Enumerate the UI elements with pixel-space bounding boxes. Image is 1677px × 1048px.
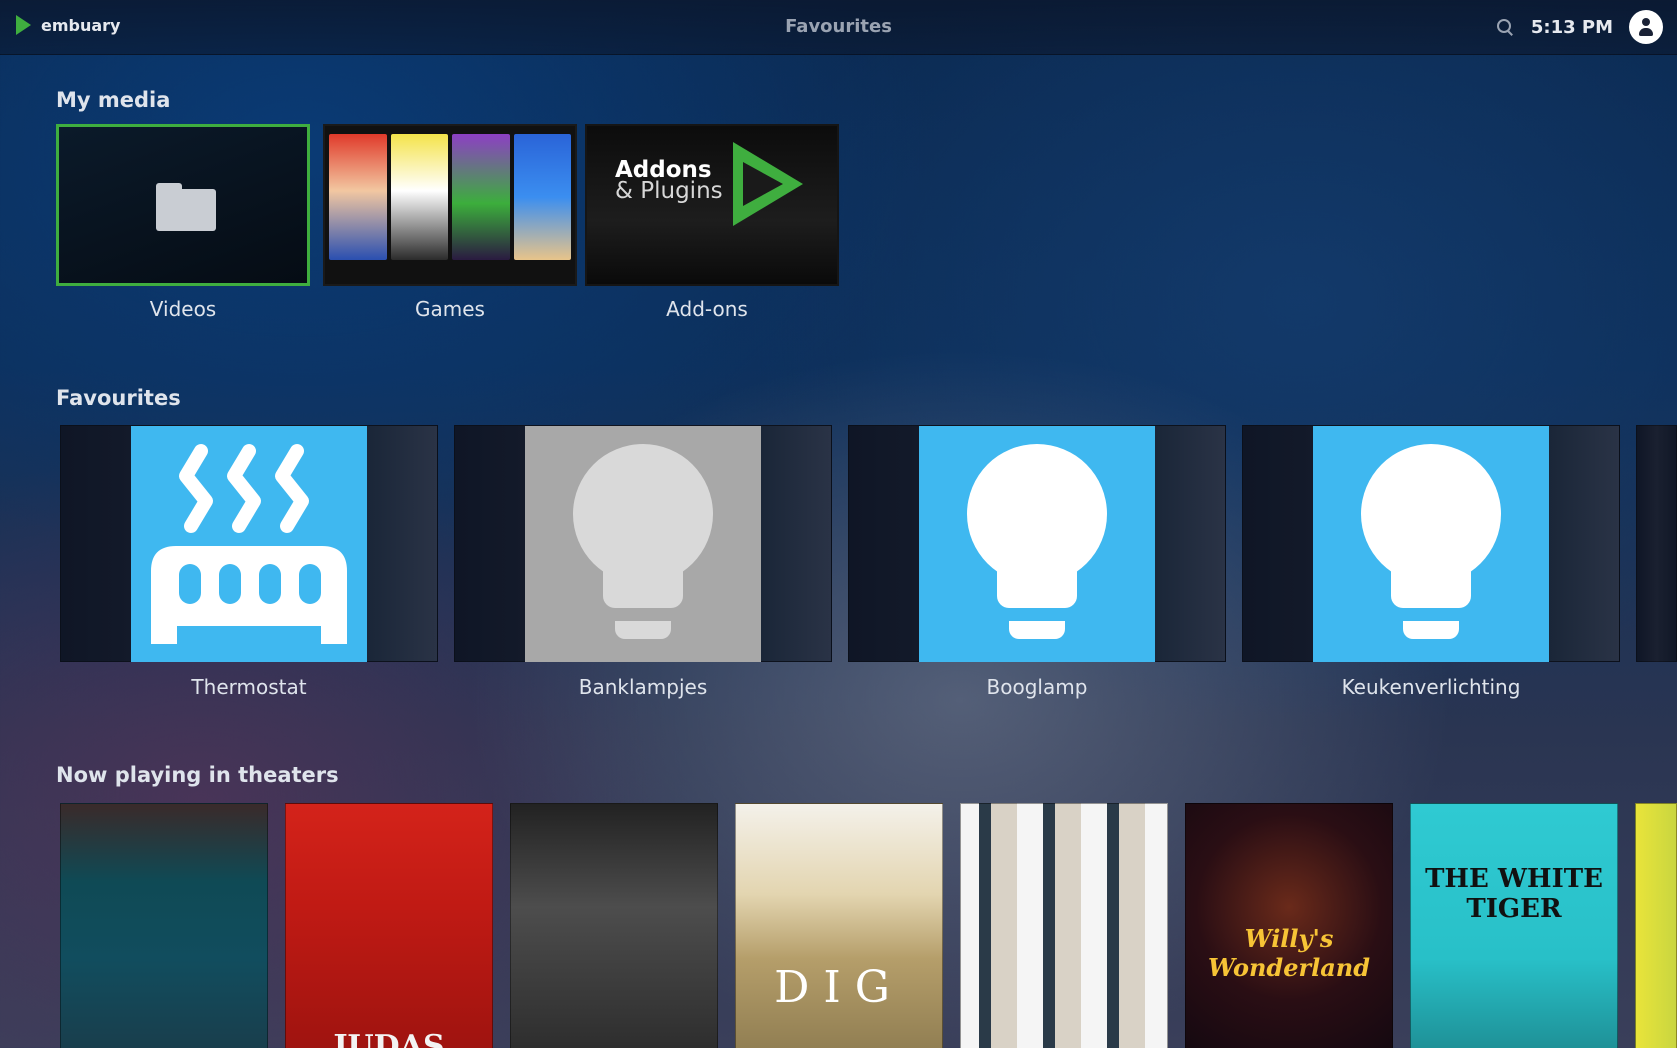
bulb-icon (1313, 426, 1549, 662)
bulb-icon (525, 426, 761, 662)
movie-poster[interactable] (510, 803, 718, 1048)
movie-poster[interactable]: Willy's Wonderland (1185, 803, 1393, 1048)
media-label-games: Games (415, 297, 485, 321)
movie-poster-title: Willy's Wonderland (1207, 924, 1371, 982)
movie-poster-title: THE WHITE TIGER (1425, 864, 1603, 924)
media-tile-games[interactable] (323, 124, 577, 286)
game-art-mario (329, 134, 387, 260)
page-title: Favourites (785, 16, 892, 37)
game-art-bomberman (390, 134, 448, 260)
bulb-icon (919, 426, 1155, 662)
top-bar: embuary Favourites 5:13 PM (0, 0, 1677, 55)
addons-tile-text: Addons & Plugins (615, 159, 723, 204)
media-tile-addons[interactable]: Addons & Plugins (585, 124, 839, 286)
media-tile-videos[interactable] (56, 124, 310, 286)
movie-poster[interactable] (60, 803, 268, 1048)
search-icon[interactable] (1495, 17, 1515, 37)
favourite-label-banklampjes: Banklampjes (578, 675, 708, 699)
folder-icon (156, 183, 216, 231)
section-title-favourites: Favourites (56, 386, 181, 410)
movie-poster-title: JUDAS (333, 1029, 445, 1048)
favourite-label-thermostat: Thermostat (191, 675, 307, 699)
favourite-label-booglamp: Booglamp (986, 675, 1088, 699)
movie-poster[interactable]: DIG (735, 803, 943, 1048)
movie-poster-title: DIG (774, 962, 904, 1013)
section-title-theaters: Now playing in theaters (56, 763, 339, 787)
movie-poster[interactable] (960, 803, 1168, 1048)
favourite-banklampjes[interactable] (454, 425, 832, 662)
addons-line2: & Plugins (615, 178, 723, 204)
favourite-booglamp[interactable] (848, 425, 1226, 662)
favourite-partial[interactable] (1636, 425, 1677, 662)
favourite-keukenverlichting[interactable] (1242, 425, 1620, 662)
user-icon[interactable] (1629, 10, 1663, 44)
thermostat-icon (131, 426, 367, 662)
section-title-my-media: My media (56, 88, 171, 112)
media-label-videos: Videos (149, 297, 217, 321)
movie-poster[interactable] (1635, 803, 1677, 1048)
movie-poster[interactable]: THE WHITE TIGER (1410, 803, 1618, 1048)
favourite-label-keukenverlichting: Keukenverlichting (1341, 675, 1521, 699)
clock: 5:13 PM (1530, 16, 1613, 38)
movie-poster[interactable]: JUDAS (285, 803, 493, 1048)
media-label-addons: Add-ons (666, 297, 748, 321)
game-art-sonic (513, 134, 571, 260)
game-art-tentacle (452, 134, 510, 260)
favourite-thermostat[interactable] (60, 425, 438, 662)
